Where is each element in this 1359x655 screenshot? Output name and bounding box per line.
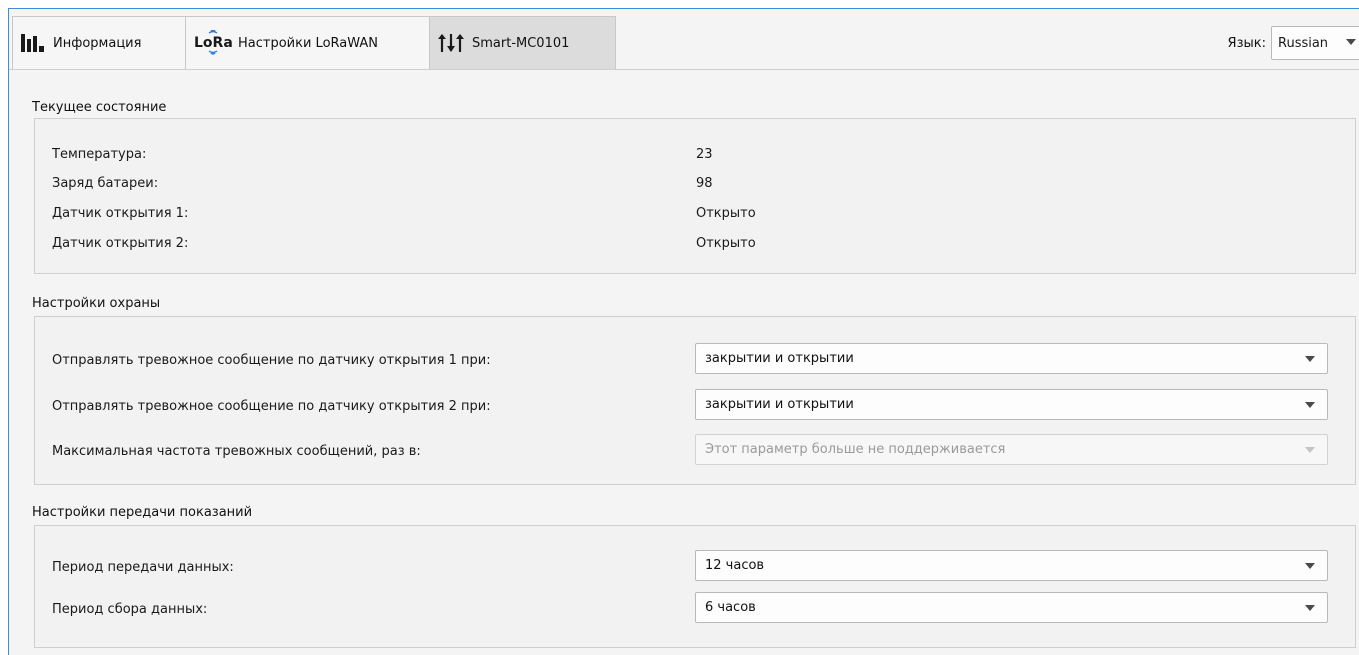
temperature-value: 23 bbox=[696, 147, 713, 162]
transmission-section-title: Настройки передачи показаний bbox=[32, 505, 253, 520]
temperature-label: Температура: bbox=[52, 147, 147, 162]
status-panel: Температура: 23 Заряд батареи: 98 Датчик… bbox=[34, 118, 1356, 274]
alarm-sensor1-label: Отправлять тревожное сообщение по датчик… bbox=[52, 353, 491, 368]
sensor2-label: Датчик открытия 2: bbox=[52, 236, 189, 251]
chevron-down-icon bbox=[1305, 356, 1315, 362]
alarm-sensor1-select[interactable]: закрытии и открытии bbox=[695, 343, 1328, 374]
alarm-frequency-select: Этот параметр больше не поддерживается bbox=[695, 434, 1328, 465]
tab-lorawan-label: Настройки LoRaWAN bbox=[238, 35, 378, 51]
tab-bar: Информация LoRa Настройки LoRaWAN Smart-… bbox=[9, 9, 1359, 70]
collect-period-value: 6 часов bbox=[705, 600, 756, 615]
chevron-down-icon bbox=[1305, 605, 1315, 611]
transmission-panel: Период передачи данных: 12 часов Период … bbox=[34, 525, 1356, 648]
transmit-period-label: Период передачи данных: bbox=[52, 560, 234, 575]
tab-smart-mc0101[interactable]: Smart-MC0101 bbox=[429, 16, 616, 69]
lora-logo-icon: LoRa bbox=[194, 30, 232, 56]
sensor1-value: Открыто bbox=[696, 206, 756, 221]
language-label: Язык: bbox=[1227, 36, 1266, 51]
transmit-period-value: 12 часов bbox=[705, 558, 765, 573]
language-select[interactable]: Russian bbox=[1271, 26, 1359, 60]
battery-value: 98 bbox=[696, 176, 713, 191]
chevron-down-icon bbox=[1305, 402, 1315, 408]
sensor2-value: Открыто bbox=[696, 236, 756, 251]
chevron-down-icon bbox=[1305, 563, 1315, 569]
alarm-sensor2-value: закрытии и открытии bbox=[705, 397, 854, 412]
app-window: Информация LoRa Настройки LoRaWAN Smart-… bbox=[8, 8, 1359, 655]
alarm-frequency-value: Этот параметр больше не поддерживается bbox=[705, 442, 1006, 457]
alarm-sensor2-label: Отправлять тревожное сообщение по датчик… bbox=[52, 399, 491, 414]
sensor1-label: Датчик открытия 1: bbox=[52, 206, 189, 221]
tab-information[interactable]: Информация bbox=[12, 16, 186, 69]
tab-information-label: Информация bbox=[53, 35, 142, 51]
alarm-sensor2-select[interactable]: закрытии и открытии bbox=[695, 389, 1328, 420]
alarm-sensor1-value: закрытии и открытии bbox=[705, 351, 854, 366]
transmit-period-select[interactable]: 12 часов bbox=[695, 550, 1328, 581]
battery-label: Заряд батареи: bbox=[52, 176, 159, 191]
chevron-down-icon bbox=[1305, 447, 1315, 453]
lora-logo-text: LoRa bbox=[194, 35, 232, 51]
bar-chart-icon bbox=[21, 34, 47, 52]
collect-period-select[interactable]: 6 часов bbox=[695, 592, 1328, 623]
alarm-frequency-label: Максимальная частота тревожных сообщений… bbox=[52, 444, 421, 459]
security-section-title: Настройки охраны bbox=[32, 296, 161, 311]
tab-smart-label: Smart-MC0101 bbox=[472, 35, 570, 51]
sliders-icon bbox=[438, 33, 466, 53]
chevron-down-icon bbox=[1346, 39, 1356, 45]
tab-lorawan-settings[interactable]: LoRa Настройки LoRaWAN bbox=[185, 16, 430, 69]
status-section-title: Текущее состояние bbox=[32, 100, 167, 115]
collect-period-label: Период сбора данных: bbox=[52, 602, 208, 617]
security-panel: Отправлять тревожное сообщение по датчик… bbox=[34, 316, 1356, 485]
language-value: Russian bbox=[1278, 35, 1329, 51]
